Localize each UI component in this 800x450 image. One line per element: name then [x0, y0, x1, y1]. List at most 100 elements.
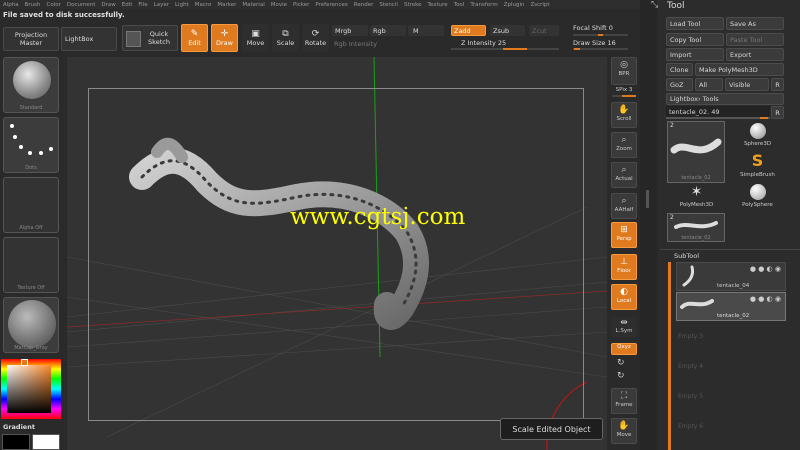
zadd-button[interactable]: Zadd	[451, 25, 486, 36]
menu-item[interactable]: Alpha	[3, 2, 19, 8]
menu-item[interactable]: Marker	[217, 2, 236, 8]
subtool-title[interactable]: SubTool	[674, 252, 699, 260]
zoom-button[interactable]: ⌕ Zoom	[611, 132, 637, 158]
quick-sketch-button[interactable]: Quick Sketch	[122, 25, 178, 51]
subtool-row-selected[interactable]: ● ● ◐ ◉ tentacle_02	[676, 292, 786, 321]
rotate-y-icon[interactable]: ↻	[617, 358, 625, 368]
persp-button[interactable]: ⊞ Persp	[611, 222, 637, 248]
focal-shift-slider[interactable]: Focal Shift 0	[573, 24, 613, 32]
load-tool-button[interactable]: Load Tool	[666, 17, 724, 30]
goz-r-button[interactable]: R	[771, 78, 784, 91]
rotate-z-icon[interactable]: ↻	[617, 371, 625, 381]
tool-r-button[interactable]: R	[771, 106, 784, 119]
paste-tool-button[interactable]: Paste Tool	[726, 33, 784, 46]
subtool-row[interactable]: ● ● ◐ ◉ tentacle_04	[676, 262, 786, 291]
subtool-selected-controls-icon[interactable]: ● ● ◐ ◉	[750, 295, 781, 303]
menu-item[interactable]: Zplugin	[504, 2, 525, 8]
aahalf-button[interactable]: ⌕ AAHalf	[611, 193, 637, 219]
menu-item[interactable]: Document	[67, 2, 96, 8]
draw-button[interactable]: ✛ Draw	[211, 24, 238, 52]
right-tray-divider[interactable]	[640, 0, 657, 450]
tool-panel-title[interactable]: Tool	[667, 1, 684, 11]
menu-item[interactable]: File	[138, 2, 147, 8]
menu-item[interactable]: Preferences	[315, 2, 347, 8]
spix-slider[interactable]: SPix 3	[611, 87, 637, 93]
menu-item[interactable]: Edit	[122, 2, 133, 8]
color-saturation-square[interactable]	[7, 365, 51, 413]
export-button[interactable]: Export	[726, 48, 784, 61]
rgb-button[interactable]: Rgb	[370, 25, 406, 36]
brush-selector[interactable]: Standard	[3, 57, 59, 113]
subtool-empty-slot[interactable]: Empty 6	[678, 423, 703, 430]
material-selector[interactable]: MatCap_Gray	[3, 297, 59, 353]
save-as-button[interactable]: Save As	[726, 17, 784, 30]
main-color-swatch[interactable]	[32, 434, 60, 450]
subtool-controls-icon[interactable]: ● ● ◐ ◉	[750, 265, 781, 273]
menu-item[interactable]: Color	[47, 2, 61, 8]
stroke-selector[interactable]: Dots	[3, 117, 59, 173]
menu-item[interactable]: Material	[242, 2, 264, 8]
tool-thumb-polysphere[interactable]: PolySphere	[735, 184, 780, 212]
texture-selector[interactable]: Texture Off	[3, 237, 59, 293]
menu-item[interactable]: Light	[175, 2, 189, 8]
menu-item[interactable]: Texture	[428, 2, 448, 8]
qxyz-button[interactable]: Qxyz	[611, 343, 637, 355]
mrgb-button[interactable]: Mrgb	[332, 25, 368, 36]
focal-shift-track[interactable]	[573, 34, 628, 36]
import-button[interactable]: Import	[666, 48, 724, 61]
m-button[interactable]: M	[408, 25, 444, 36]
subtool-scrollbar[interactable]	[668, 262, 671, 450]
current-tool-slider[interactable]: tentacle_02. 49	[666, 106, 770, 119]
make-polymesh-button[interactable]: Make PolyMesh3D	[695, 63, 784, 76]
scroll-button[interactable]: ✋ Scroll	[611, 102, 637, 128]
goz-button[interactable]: GoZ	[666, 78, 693, 91]
subtool-empty-slot[interactable]: Empty 4	[678, 363, 703, 370]
menu-item[interactable]: Stencil	[379, 2, 398, 8]
color-picker[interactable]	[1, 359, 61, 419]
color-picker-marker[interactable]	[21, 359, 28, 366]
subtool-empty-slot[interactable]: Empty 3	[678, 333, 703, 340]
copy-tool-button[interactable]: Copy Tool	[666, 33, 724, 46]
bpr-button[interactable]: ◎ BPR	[611, 57, 637, 85]
alpha-selector[interactable]: Alpha Off	[3, 177, 59, 233]
menu-item[interactable]: Tool	[454, 2, 465, 8]
draw-size-track[interactable]	[573, 48, 628, 50]
visible-button[interactable]: Visible	[725, 78, 769, 91]
tool-thumb-sphere3d[interactable]: Sphere3D	[735, 123, 780, 151]
menu-item[interactable]: Transform	[470, 2, 497, 8]
menu-item[interactable]: Zscript	[530, 2, 549, 8]
lightbox-tools-button[interactable]: Lightbox› Tools	[666, 93, 784, 105]
menu-item[interactable]: Brush	[25, 2, 41, 8]
rotate-mode-button[interactable]: ⟳ Rotate	[302, 24, 329, 52]
subtool-empty-slot[interactable]: Empty 5	[678, 393, 703, 400]
frame-button[interactable]: ⛶ Frame	[611, 388, 637, 414]
floor-button[interactable]: ⊥ Floor	[611, 254, 637, 280]
move-view-button[interactable]: ✋ Move	[611, 418, 637, 444]
menu-item[interactable]: Macro	[195, 2, 212, 8]
tool-thumb-polymesh3d[interactable]: ✶ PolyMesh3D	[674, 184, 719, 212]
zsub-button[interactable]: Zsub	[490, 25, 525, 36]
z-intensity-track[interactable]	[451, 48, 559, 50]
menu-item[interactable]: Layer	[154, 2, 169, 8]
z-intensity-slider[interactable]: Z Intensity 25	[461, 39, 506, 47]
draw-size-slider[interactable]: Draw Size 16	[573, 39, 616, 47]
menu-item[interactable]: Draw	[101, 2, 115, 8]
rgb-intensity-slider[interactable]: Rgb Intensity	[334, 40, 377, 48]
menu-item[interactable]: Stroke	[404, 2, 422, 8]
clone-button[interactable]: Clone	[666, 63, 693, 76]
all-button[interactable]: All	[695, 78, 723, 91]
tool-panel-icon[interactable]: ⤡	[651, 0, 658, 10]
tool-thumb-tentacle[interactable]: 2 tentacle_02	[667, 121, 725, 183]
scale-mode-button[interactable]: ⧉ Scale	[272, 24, 299, 52]
tool-thumb-simplebrush[interactable]: S SimpleBrush	[735, 152, 780, 182]
actual-button[interactable]: ⌕ Actual	[611, 162, 637, 188]
menu-item[interactable]: Movie	[271, 2, 287, 8]
menu-item[interactable]: Picker	[293, 2, 309, 8]
lsym-button[interactable]: ⇹ L.Sym	[611, 317, 637, 337]
lightbox-button[interactable]: LightBox	[61, 27, 117, 51]
zcut-button[interactable]: Zcut	[529, 25, 559, 36]
move-mode-button[interactable]: ▣ Move	[242, 24, 269, 52]
menu-item[interactable]: Render	[354, 2, 374, 8]
projection-master-button[interactable]: Projection Master	[3, 27, 59, 51]
tool-thumb-tentacle-small[interactable]: 2 tentacle_02	[667, 213, 725, 242]
